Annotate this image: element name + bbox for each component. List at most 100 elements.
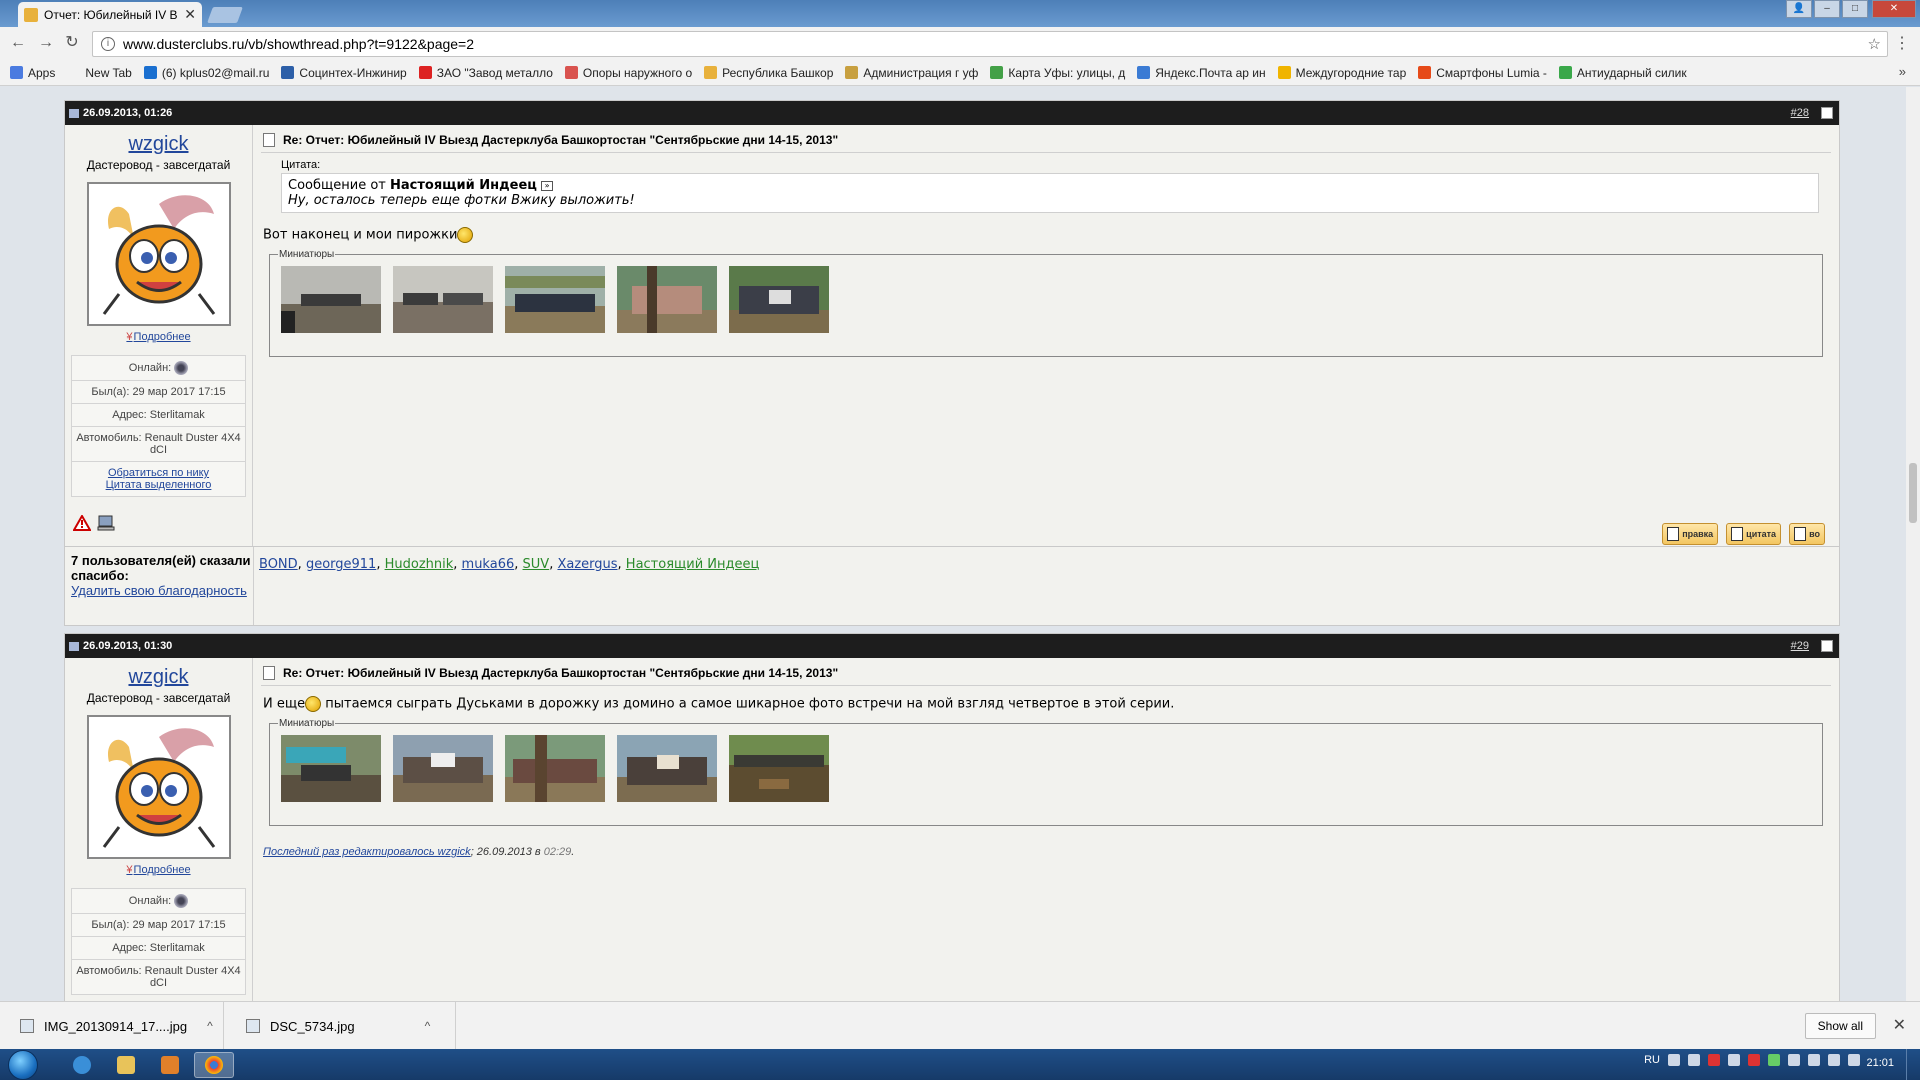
report-warning-icon[interactable]	[73, 515, 91, 531]
battery-icon[interactable]	[1768, 1054, 1780, 1066]
thanks-user-link[interactable]: muka66	[462, 557, 515, 572]
address-bar[interactable]: i www.dusterclubs.ru/vb/showthread.php?t…	[92, 31, 1888, 57]
mention-user-link[interactable]: Обратиться по нику	[76, 467, 241, 479]
file-explorer-icon[interactable]	[106, 1052, 146, 1078]
back-arrow-icon[interactable]: ←	[8, 33, 28, 53]
photo-thumbnail[interactable]	[281, 735, 381, 802]
bookmark-star-icon[interactable]: ☆	[1868, 35, 1881, 53]
post-user-icons	[73, 515, 133, 531]
photo-thumbnail[interactable]	[729, 266, 829, 333]
media-player-icon[interactable]	[150, 1052, 190, 1078]
bookmarks-overflow-icon[interactable]: »	[1899, 64, 1906, 79]
show-desktop-button[interactable]	[1906, 1049, 1920, 1080]
post-number-link[interactable]: #29	[1791, 640, 1809, 652]
quote-selected-link[interactable]: Цитата выделенного	[76, 479, 241, 491]
signal-icon[interactable]	[1848, 1054, 1860, 1066]
photo-thumbnail[interactable]	[617, 266, 717, 333]
photo-thumbnail[interactable]	[729, 735, 829, 802]
bookmark-label: Республика Башкор	[722, 65, 834, 80]
tab-close-icon[interactable]: ✕	[184, 6, 196, 23]
browser-tab-active[interactable]: Отчет: Юбилейный IV В ✕	[18, 2, 202, 27]
page-scrollbar[interactable]	[1906, 87, 1920, 1001]
forward-arrow-icon[interactable]: →	[36, 33, 56, 53]
thanks-user-link[interactable]: Xazergus	[557, 557, 617, 572]
user-icon[interactable]: 👤	[1786, 0, 1812, 18]
username-link[interactable]: wzgick	[65, 133, 252, 156]
bookmark-item[interactable]: Карта Уфы: улицы, д	[990, 66, 1125, 80]
tray-app-icon[interactable]	[1688, 1054, 1700, 1066]
post-text: Вот наконец и мои пирожки	[263, 227, 1831, 243]
photo-thumbnail[interactable]	[617, 735, 717, 802]
chevron-up-icon[interactable]: ^	[207, 1019, 213, 1033]
remove-thanks-link[interactable]: Удалить свою благодарность	[71, 583, 251, 598]
bookmark-item[interactable]: Междугородние тар	[1277, 66, 1406, 80]
more-details-link[interactable]: ¥Подробнее	[65, 331, 252, 343]
photo-thumbnail[interactable]	[281, 266, 381, 333]
edited-by-link[interactable]: Последний раз редактировалось wzgick	[263, 846, 471, 858]
post-select-checkbox[interactable]	[1821, 107, 1833, 119]
bookmark-item[interactable]: ЗАО "Завод металло	[418, 66, 553, 80]
post-number-link[interactable]: #28	[1791, 107, 1809, 119]
bookmark-item[interactable]: Республика Башкор	[704, 66, 833, 80]
language-indicator[interactable]: RU	[1644, 1054, 1660, 1066]
security-icon[interactable]	[1748, 1054, 1760, 1066]
divider	[261, 685, 1831, 686]
download-item[interactable]: DSC_5734.jpg ^	[246, 1002, 456, 1050]
network-icon[interactable]	[1808, 1054, 1820, 1066]
bookmark-favicon-icon	[1277, 66, 1291, 79]
photo-thumbnail[interactable]	[393, 266, 493, 333]
scrollbar-thumb[interactable]	[1909, 463, 1917, 523]
bookmark-item[interactable]: Apps	[10, 66, 55, 80]
download-item[interactable]: IMG_20130914_17....jpg ^	[20, 1002, 224, 1050]
maximize-button[interactable]: □	[1842, 0, 1868, 18]
thanks-user-link[interactable]: BOND	[259, 557, 298, 572]
bookmark-item[interactable]: Администрация г уф	[845, 66, 978, 80]
volume-icon[interactable]	[1788, 1054, 1800, 1066]
post-select-checkbox[interactable]	[1821, 640, 1833, 652]
internet-explorer-icon[interactable]	[62, 1052, 102, 1078]
bookmark-item[interactable]: Яндекс.Почта ар ин	[1137, 66, 1266, 80]
chrome-icon[interactable]	[194, 1052, 234, 1078]
antivirus-icon[interactable]	[1708, 1054, 1720, 1066]
tray-app-icon[interactable]	[1668, 1054, 1680, 1066]
close-window-button[interactable]: ✕	[1872, 0, 1916, 18]
post-action-button[interactable]: во	[1789, 523, 1825, 545]
bookmark-item[interactable]: Социнтех-Инжинир	[281, 66, 407, 80]
photo-thumbnail[interactable]	[393, 735, 493, 802]
bookmark-item[interactable]: Антиударный силик	[1558, 66, 1687, 80]
bookmark-item[interactable]: Смартфоны Lumia -	[1418, 66, 1547, 80]
view-post-icon[interactable]: »	[541, 180, 554, 191]
action-center-icon[interactable]	[1828, 1054, 1840, 1066]
user-avatar[interactable]	[86, 715, 231, 859]
bluetooth-icon[interactable]	[1728, 1054, 1740, 1066]
forum-post: 26.09.2013, 01:30 #29 wzgick Дастеровод …	[64, 633, 1840, 1001]
chevron-up-icon[interactable]: ^	[425, 1019, 431, 1033]
thanks-user-link[interactable]: SUV	[523, 557, 550, 572]
post-action-button[interactable]: правка	[1662, 523, 1719, 545]
photo-thumbnail[interactable]	[505, 735, 605, 802]
windows-taskbar: RU 21:01	[0, 1049, 1920, 1080]
thanks-user-link[interactable]: Hudozhnik	[385, 557, 454, 572]
start-button[interactable]	[8, 1050, 38, 1080]
thanks-user-link[interactable]: Настоящий Индеец	[626, 557, 760, 572]
post-action-button[interactable]: цитата	[1726, 523, 1782, 545]
action-label: во	[1809, 529, 1820, 539]
info-icon[interactable]: i	[101, 37, 115, 51]
clock[interactable]: 21:01	[1866, 1057, 1894, 1069]
minimize-button[interactable]: –	[1814, 0, 1840, 18]
photo-thumbnail[interactable]	[505, 266, 605, 333]
bookmark-item[interactable]: Опоры наружного о	[564, 66, 692, 80]
browser-menu-icon[interactable]: ⋮	[1894, 33, 1910, 53]
new-tab-button[interactable]	[207, 7, 243, 23]
bookmark-item[interactable]: New Tab	[67, 66, 132, 80]
user-avatar[interactable]	[86, 182, 231, 326]
thanks-user-link[interactable]: george911	[306, 557, 376, 572]
download-filename: DSC_5734.jpg	[270, 1018, 355, 1034]
computer-icon[interactable]	[97, 515, 115, 531]
show-all-downloads-button[interactable]: Show all	[1804, 1013, 1876, 1039]
username-link[interactable]: wzgick	[65, 666, 252, 689]
close-downloads-icon[interactable]: ✕	[1893, 1015, 1906, 1035]
more-details-link[interactable]: ¥Подробнее	[65, 864, 252, 876]
bookmark-item[interactable]: (6) kplus02@mail.ru	[143, 66, 269, 80]
reload-icon[interactable]: ↻	[62, 33, 82, 53]
